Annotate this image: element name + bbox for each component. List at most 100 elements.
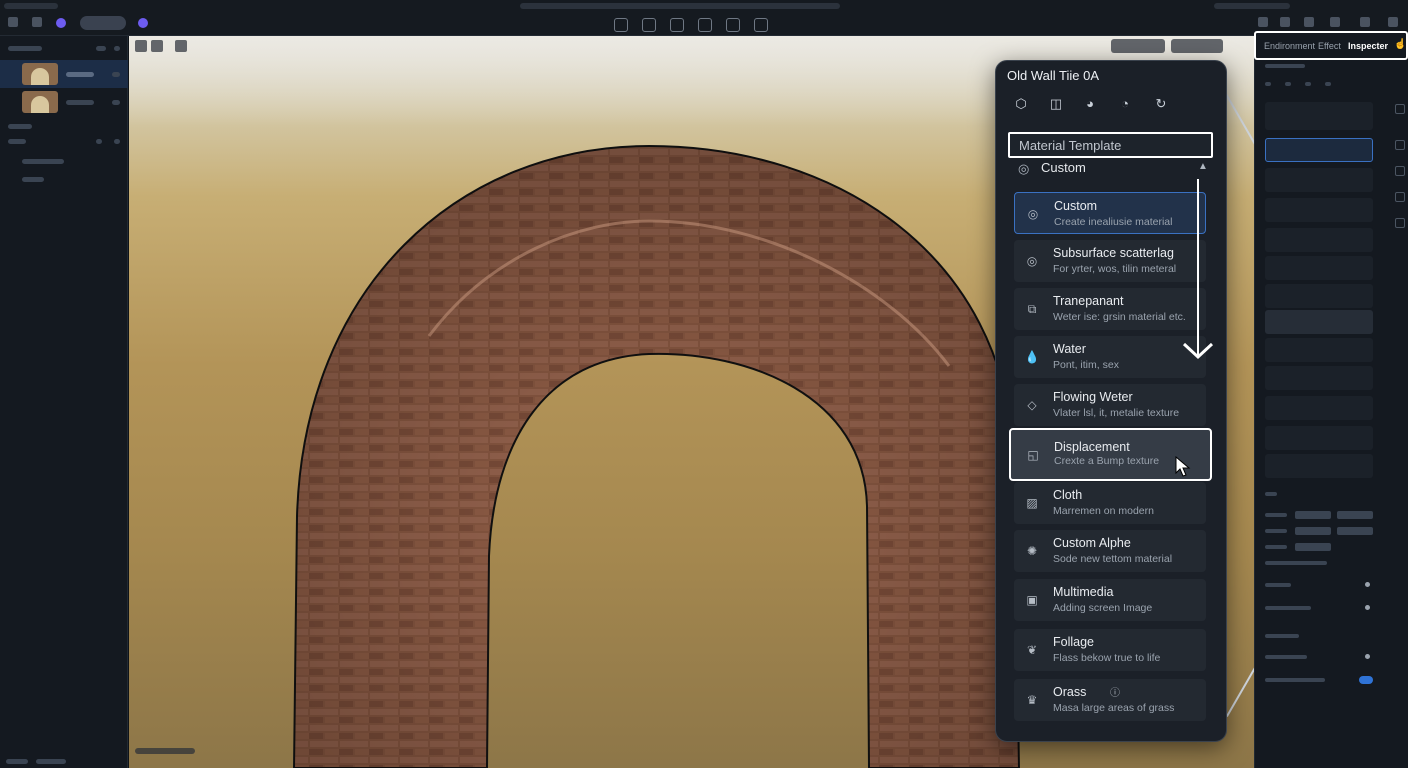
material-option-transparent[interactable]: ⧉ Tranepanant Weter ise: grsin material …: [1014, 288, 1206, 330]
status-text: [6, 759, 28, 764]
window-icon[interactable]: [1360, 17, 1370, 27]
material-option-displacement[interactable]: ◱ Displacement Crexte a Bump texture: [1009, 428, 1212, 481]
inspector-item[interactable]: [1265, 338, 1373, 362]
material-title: Old Wall Tiie 0A: [1007, 68, 1099, 83]
side-tool-icon[interactable]: [1395, 218, 1405, 228]
side-tool-icon[interactable]: [1395, 192, 1405, 202]
number-field[interactable]: [1295, 543, 1331, 551]
inspector-item[interactable]: [1265, 284, 1373, 308]
inspector-item[interactable]: [1265, 168, 1373, 192]
menu-icon[interactable]: [8, 17, 18, 27]
material-option-custom-alpha[interactable]: ✺ Custom Alphe Sode new tettom material: [1014, 530, 1206, 572]
panel-more-icon[interactable]: [114, 46, 120, 51]
panel-action-icon[interactable]: [96, 46, 106, 51]
camera-icon[interactable]: [1330, 17, 1340, 27]
layer-item[interactable]: [22, 159, 64, 164]
texture-icon[interactable]: ◫: [1043, 93, 1069, 115]
option-description: Marremen on modern: [1053, 505, 1154, 517]
panel-title-blur: [8, 46, 42, 51]
number-field[interactable]: [1337, 511, 1373, 519]
option-radio[interactable]: [1365, 605, 1370, 610]
inspector-tool-icon[interactable]: [1325, 82, 1331, 86]
option-radio[interactable]: [1365, 582, 1370, 587]
grid-icon[interactable]: [1304, 17, 1314, 27]
option-radio[interactable]: [1365, 654, 1370, 659]
scene-item[interactable]: [0, 88, 128, 116]
cloth-icon: ▨: [1026, 496, 1038, 510]
inspector-tool-icon[interactable]: [1285, 82, 1291, 86]
tab-inspector[interactable]: Inspecter: [1348, 41, 1388, 51]
scene-item[interactable]: [0, 60, 128, 88]
inspector-item[interactable]: [1265, 426, 1373, 450]
option-name: Tranepanant: [1053, 294, 1124, 308]
inspector-item[interactable]: [1265, 138, 1373, 162]
grass-icon: ♛: [1026, 693, 1038, 707]
layout-icon[interactable]: [1258, 17, 1268, 27]
layers-header: [8, 139, 26, 144]
number-field[interactable]: [1295, 511, 1331, 519]
inspector-item[interactable]: [1265, 310, 1373, 334]
field-label: [1265, 545, 1287, 549]
inspector-item[interactable]: [1265, 228, 1373, 252]
tab-environment[interactable]: Endironment: [1264, 41, 1315, 51]
info-icon[interactable]: ⓘ: [1110, 684, 1120, 699]
paint-tool-icon[interactable]: [670, 18, 684, 32]
viewport-stats: [135, 748, 195, 754]
template-dropdown[interactable]: [1265, 102, 1373, 130]
palette-plus-icon[interactable]: ◔: [1112, 93, 1138, 115]
shape-icon[interactable]: ⬡: [1008, 93, 1034, 115]
material-template-field[interactable]: Material Template: [1008, 132, 1213, 158]
arrow-down-icon: [1182, 342, 1214, 360]
sun-icon: ✺: [1026, 544, 1038, 558]
inspector-item[interactable]: [1265, 454, 1373, 478]
close-icon[interactable]: [1388, 17, 1398, 27]
inspector-item[interactable]: [1265, 366, 1373, 390]
inspector-item[interactable]: [1265, 198, 1373, 222]
pin-tool-icon[interactable]: [614, 18, 628, 32]
material-option-grass[interactable]: ♛ Orass ⓘ Masa large areas of grass: [1014, 679, 1206, 721]
inspector-tool-icon[interactable]: [1265, 82, 1271, 86]
mode-switch[interactable]: [80, 16, 126, 30]
option-description: Pont, itim, sex: [1053, 359, 1119, 371]
app-name-blur: [4, 3, 58, 9]
cart-tool-icon[interactable]: [726, 18, 740, 32]
side-tool-icon[interactable]: [1395, 140, 1405, 150]
template-dropdown[interactable]: ◎ Custom ▲: [1008, 159, 1216, 183]
transparent-icon: ⧉: [1027, 302, 1037, 316]
brush-tool-icon[interactable]: [642, 18, 656, 32]
material-option-flowing-water[interactable]: ◇ Flowing Weter Vlater lsl, it, metalie …: [1014, 384, 1206, 426]
material-option-multimedia[interactable]: ▣ Multimedia Adding screen Image: [1014, 579, 1206, 621]
inspector-tool-icon[interactable]: [1305, 82, 1311, 86]
tab-effect[interactable]: Effect: [1318, 41, 1341, 51]
side-tool-icon[interactable]: [1395, 166, 1405, 176]
inspector-item[interactable]: [1265, 256, 1373, 280]
refresh-icon[interactable]: ↻: [1148, 93, 1174, 115]
add-layer-icon[interactable]: [96, 139, 102, 144]
number-field[interactable]: [1295, 527, 1331, 535]
material-option-water[interactable]: 💧 Water Pont, itim, sex: [1014, 336, 1206, 378]
layer-options-icon[interactable]: [114, 139, 120, 144]
leaf-icon: ❦: [1026, 643, 1038, 657]
scene-item-label: [66, 72, 94, 77]
bucket-tool-icon[interactable]: [698, 18, 712, 32]
side-tool-icon[interactable]: [1395, 104, 1405, 114]
material-option-cloth[interactable]: ▨ Cloth Marremen on modern: [1014, 482, 1206, 524]
toggle-switch[interactable]: [1359, 676, 1373, 684]
user-badge-icon: [138, 18, 148, 28]
option-description: Weter ise: grsin material etc.: [1053, 311, 1186, 323]
cloud-tool-icon[interactable]: [754, 18, 768, 32]
option-name: Orass: [1053, 685, 1087, 699]
number-field[interactable]: [1337, 527, 1373, 535]
option-label: [1265, 678, 1325, 682]
material-option-custom[interactable]: ◎ Custom Create inealiusie material: [1014, 192, 1206, 234]
app-badge-icon: [56, 18, 66, 28]
material-option-foliage[interactable]: ❦ Follage Flass bekow true to life: [1014, 629, 1206, 671]
terrain-icon[interactable]: [1280, 17, 1290, 27]
material-option-subsurface[interactable]: ◎ Subsurface scatterlag For yrter, wos, …: [1014, 240, 1206, 282]
top-bar: [0, 0, 1408, 36]
palette-icon[interactable]: ◕: [1077, 93, 1103, 115]
layer-item[interactable]: [22, 177, 44, 182]
file-icon[interactable]: [32, 17, 42, 27]
inspector-item[interactable]: [1265, 396, 1373, 420]
option-description: Crexte a Bump texture: [1054, 455, 1160, 467]
